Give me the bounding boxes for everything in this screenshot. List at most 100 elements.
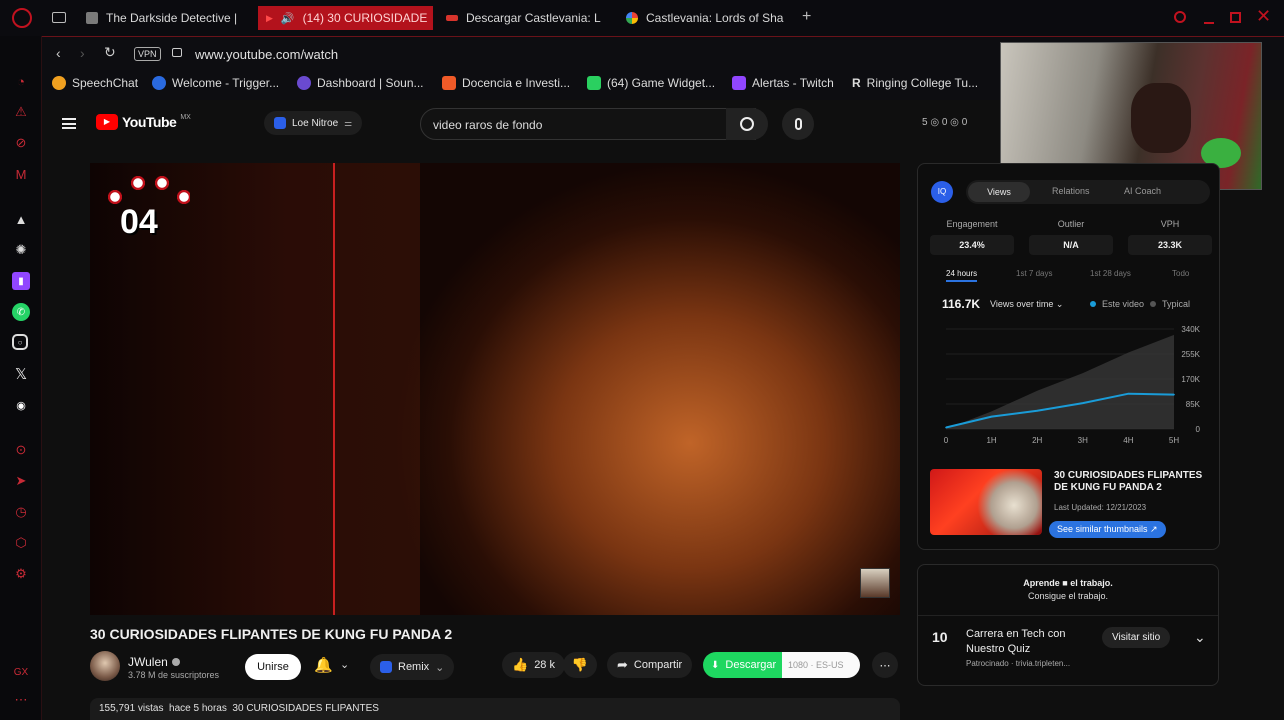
x-tick-label: 2H <box>1032 436 1042 445</box>
more-dots-icon: ⋯ <box>879 659 891 672</box>
bell-chevron-down-icon[interactable]: ⌄ <box>340 658 349 671</box>
tab-overview-icon[interactable] <box>52 12 66 23</box>
game-widget-icon <box>587 76 601 90</box>
search-tabs-icon[interactable] <box>1174 11 1186 23</box>
trigger-icon <box>152 76 166 90</box>
data-point <box>1036 409 1038 412</box>
search-button[interactable] <box>726 108 768 140</box>
bookmark-dashboard[interactable]: Dashboard | Soun... <box>297 76 424 90</box>
data-point <box>1127 392 1130 395</box>
remix-button[interactable]: Remix ⌄ <box>370 654 455 680</box>
youtube-logo[interactable]: ▶ YouTube MX <box>96 114 191 130</box>
download-button[interactable]: ⬇ Descargar <box>703 652 783 678</box>
share-button[interactable]: ➦ Compartir <box>607 652 693 678</box>
tab-ai-coach[interactable]: AI Coach <box>1124 186 1161 196</box>
period-tab[interactable]: 24 hours <box>946 269 978 282</box>
forward-icon[interactable]: › <box>80 45 85 61</box>
chatgpt-icon[interactable]: ✺ <box>12 241 30 259</box>
back-icon[interactable]: ‹ <box>56 45 61 61</box>
tab-castlevania-lords[interactable]: Castlevania: Lords of Sha <box>626 6 788 30</box>
aria-icon[interactable]: ▲ <box>12 210 30 228</box>
new-tab-button[interactable]: + <box>802 8 811 26</box>
bookmark-docencia[interactable]: Docencia e Investi... <box>442 76 570 90</box>
analytics-panel: IQ Views Relations AI Coach Engagement 23… <box>917 163 1220 550</box>
url-field[interactable]: www.youtube.com/watch <box>195 47 338 62</box>
ad-title-line1[interactable]: Carrera en Tech con <box>966 628 1065 640</box>
tab-youtube-active[interactable]: ▶ 🔊 (14) 30 CURIOSIDADE <box>258 6 433 30</box>
whatsapp-icon[interactable]: ✆ <box>12 303 30 321</box>
like-button[interactable]: 👍 28 k <box>502 652 565 678</box>
ad-expand-chevron-icon[interactable]: ⌄ <box>1194 629 1206 646</box>
tab-darkside-detective[interactable]: The Darkside Detective | <box>86 6 246 30</box>
vidiq-badge-icon[interactable]: IQ <box>931 181 953 203</box>
discord-icon[interactable]: ◉ <box>12 396 30 414</box>
history-icon[interactable]: ◷ <box>12 503 30 521</box>
bookmark-ringing-college[interactable]: R Ringing College Tu... <box>852 76 978 90</box>
gx-bottom-icon[interactable]: GX <box>12 663 30 681</box>
notifications-bell-icon[interactable]: 🔔 <box>314 656 333 674</box>
data-point <box>945 426 947 429</box>
ad-title-line2[interactable]: Nuestro Quiz <box>966 643 1030 655</box>
extension-chip[interactable]: Loe Nitroe ⚌ <box>264 111 363 135</box>
voice-search-button[interactable] <box>782 108 814 140</box>
settings-gear-icon[interactable]: ⚙ <box>12 565 30 583</box>
instagram-icon[interactable]: ○ <box>12 334 28 350</box>
more-actions-button[interactable]: ⋯ <box>872 652 898 678</box>
opera-gx-logo[interactable] <box>12 8 32 28</box>
x-tick-label: 5H <box>1169 436 1179 445</box>
music-player-icon[interactable]: ⊙ <box>12 441 30 459</box>
minimize-icon[interactable] <box>1204 22 1214 24</box>
x-twitter-icon[interactable]: 𝕏 <box>12 365 30 383</box>
last-updated: Last Updated: 12/21/2023 <box>1054 503 1147 512</box>
download-quality-select[interactable]: 1080 · ES-US <box>782 652 860 678</box>
chevron-down-icon: ⌄ <box>1055 299 1064 309</box>
gx-control-icon[interactable]: ◔ <box>12 72 30 90</box>
see-similar-button[interactable]: See similar thumbnails ↗ <box>1049 521 1166 538</box>
total-views: 116.7K <box>942 297 981 311</box>
vidiq-icon <box>274 117 286 129</box>
dislike-button[interactable]: 👎 <box>563 652 597 678</box>
send-icon[interactable]: ➤ <box>12 472 30 490</box>
bookmark-speechchat[interactable]: SpeechChat <box>52 76 138 90</box>
period-tab[interactable]: 1st 28 days <box>1090 269 1131 278</box>
analytics-tabs: Views Relations AI Coach <box>966 180 1210 204</box>
speaker-icon[interactable]: 🔊 <box>281 12 295 25</box>
description-box[interactable]: 155,791 vistas hace 5 horas 30 CURIOSIDA… <box>90 698 900 720</box>
gx-corner-icon[interactable]: ⚠ <box>12 103 30 121</box>
dashboard-icon <box>297 76 311 90</box>
search-input[interactable]: video raros de fondo <box>433 118 542 132</box>
tab-descargar-castlevania[interactable]: Descargar Castlevania: L <box>446 6 606 30</box>
extensions-icon[interactable]: ⬡ <box>12 534 30 552</box>
data-point <box>990 415 993 418</box>
reload-icon[interactable]: ↻ <box>104 44 116 61</box>
tab-relations[interactable]: Relations <box>1052 186 1090 196</box>
close-window-icon[interactable]: ✕ <box>1256 6 1271 27</box>
creator-watermark[interactable] <box>860 568 890 598</box>
visit-site-button[interactable]: Visitar sitio <box>1102 627 1171 648</box>
download-icon: ⬇ <box>711 659 720 671</box>
bookmark-game-widget[interactable]: (64) Game Widget... <box>587 76 715 90</box>
channel-name[interactable]: JWulen <box>128 655 180 669</box>
ad-panel: Aprende ■ el trabajo. Consigue el trabaj… <box>917 564 1219 686</box>
more-dots-icon[interactable]: ⋯ <box>12 691 30 709</box>
views-dropdown[interactable]: Views over time ⌄ <box>990 299 1063 310</box>
vpn-badge[interactable]: VPN <box>134 47 161 61</box>
overlay-number: 04 <box>120 203 158 241</box>
hamburger-menu-icon[interactable] <box>62 118 76 129</box>
metric-label: Engagement <box>946 219 998 229</box>
bookmark-twitch-alertas[interactable]: Alertas - Twitch <box>732 76 834 90</box>
thumbnail-image[interactable] <box>930 469 1042 535</box>
period-tab[interactable]: 1st 7 days <box>1016 269 1052 278</box>
tab-views[interactable]: Views <box>968 182 1030 202</box>
bookmark-trigger[interactable]: Welcome - Trigger... <box>152 76 279 90</box>
ad-logo: 10 <box>932 629 948 645</box>
video-player[interactable]: 04 <box>90 163 900 615</box>
search-box[interactable]: video raros de fondo ✕ <box>420 108 756 140</box>
join-button[interactable]: Unirse <box>245 654 301 680</box>
period-tab[interactable]: Todo <box>1172 269 1189 278</box>
channel-avatar[interactable] <box>90 651 120 681</box>
gx-cleaner-icon[interactable]: ⊘ <box>12 134 30 152</box>
maximize-icon[interactable] <box>1230 12 1241 23</box>
twitch-icon[interactable]: ▮ <box>12 272 30 290</box>
gx-mods-icon[interactable]: M <box>12 165 30 183</box>
